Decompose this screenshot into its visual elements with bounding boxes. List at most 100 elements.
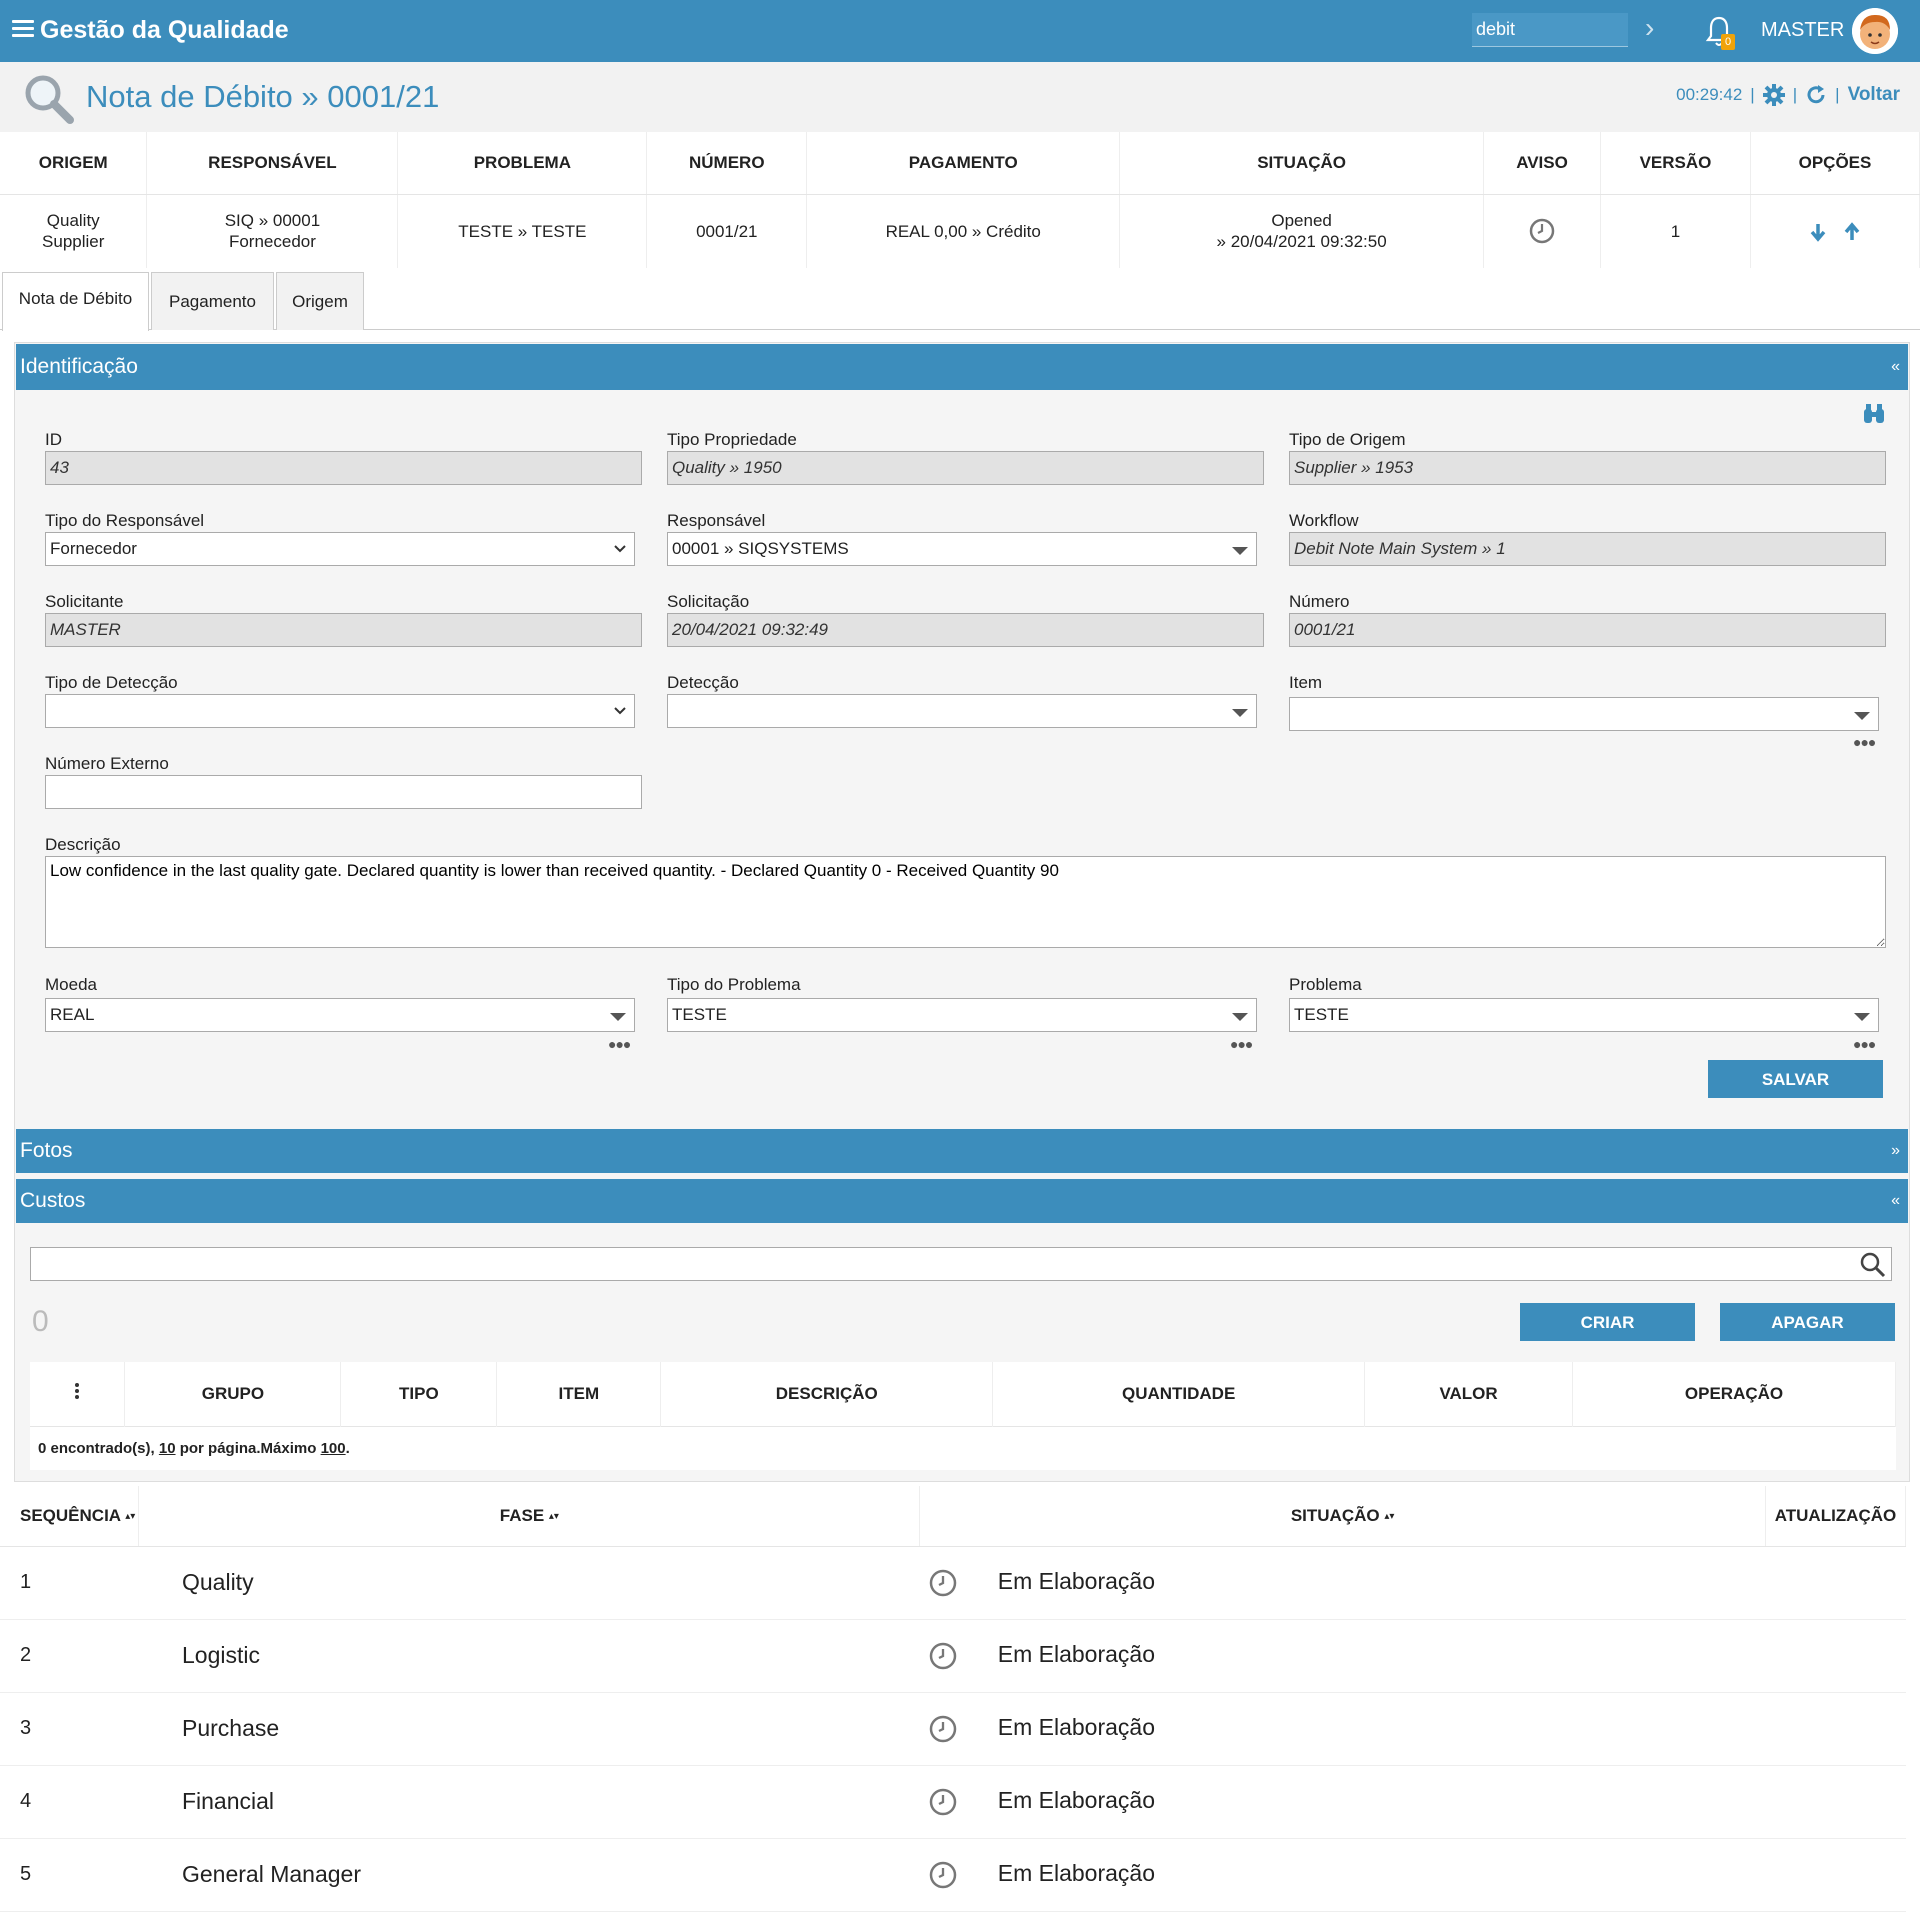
summary-table: ORIGEM RESPONSÁVEL PROBLEMA NÚMERO PAGAM… xyxy=(0,132,1920,268)
more-options-icon[interactable]: ●●● xyxy=(1853,734,1876,750)
label-tipo-origem: Tipo de Origem xyxy=(1289,430,1406,449)
arrow-down-icon[interactable] xyxy=(1807,221,1829,243)
row-seq: 4 xyxy=(0,1765,139,1839)
select-moeda[interactable]: REAL xyxy=(45,998,635,1032)
select-tipo-responsavel[interactable]: Fornecedor xyxy=(45,532,635,566)
row-atualizacao xyxy=(1765,1765,1906,1839)
back-link[interactable]: Voltar xyxy=(1848,84,1900,106)
select-tipo-problema-value: TESTE xyxy=(672,1005,727,1024)
label-responsavel: Responsável xyxy=(667,511,766,530)
col-valor: VALOR xyxy=(1364,1362,1574,1426)
magnifier-icon xyxy=(25,75,74,124)
row-situacao-text: Em Elaboração xyxy=(997,1859,1155,1886)
panel-identificacao-title: Identificação xyxy=(20,355,138,378)
col-fase[interactable]: FASE ▴▾ xyxy=(138,1486,921,1547)
user-avatar-icon[interactable] xyxy=(1852,8,1898,54)
input-numero-externo[interactable] xyxy=(45,775,642,809)
select-tipo-responsavel-value: Fornecedor xyxy=(50,539,137,558)
pagination-info: 0 encontrado(s), 10 por página.Máximo 10… xyxy=(30,1425,1896,1470)
clock-icon xyxy=(929,1861,956,1888)
refresh-icon[interactable] xyxy=(1805,84,1827,106)
col-sequencia[interactable]: SEQUÊNCIA ▴▾ xyxy=(0,1486,140,1547)
collapse-toggle[interactable]: « xyxy=(1891,1179,1900,1223)
row-situacao: Em Elaboração xyxy=(919,1692,1766,1766)
row-situacao-text: Em Elaboração xyxy=(997,1786,1155,1813)
col-situacao[interactable]: SITUAÇÃO ▴▾ xyxy=(919,1486,1766,1547)
workflow-row: 3 Purchase Em Elaboração xyxy=(0,1692,1906,1766)
arrow-up-icon[interactable] xyxy=(1841,221,1863,243)
binoculars-icon[interactable] xyxy=(1862,403,1886,425)
more-options-icon[interactable]: ●●● xyxy=(1230,1036,1253,1052)
app-title[interactable]: Gestão da Qualidade xyxy=(40,16,289,45)
col-problema: PROBLEMA xyxy=(397,132,648,195)
more-options-icon[interactable]: ●●● xyxy=(608,1036,631,1052)
vertical-dots-icon[interactable] xyxy=(74,1382,80,1400)
caret-down-icon xyxy=(1854,1013,1870,1021)
field-tipo-propriedade: Quality » 1950 xyxy=(667,451,1264,485)
select-item[interactable] xyxy=(1289,697,1879,731)
save-button[interactable]: SALVAR xyxy=(1708,1060,1883,1098)
select-tipo-problema[interactable]: TESTE xyxy=(667,998,1257,1032)
responsavel-line-1: SIQ » 00001 xyxy=(224,211,321,231)
label-moeda: Moeda xyxy=(45,975,97,994)
workflow-rows: 1 Quality Em Elaboração 2 Logistic Em El… xyxy=(0,1546,1906,1912)
tab-pagamento[interactable]: Pagamento xyxy=(151,272,274,330)
sort-icon[interactable]: ▴▾ xyxy=(1384,1511,1394,1522)
col-sequencia-label: SEQUÊNCIA xyxy=(20,1505,121,1525)
custos-count: 0 xyxy=(32,1305,49,1338)
create-button[interactable]: CRIAR xyxy=(1520,1303,1695,1341)
row-fase: Financial xyxy=(138,1765,920,1839)
cell-aviso xyxy=(1483,194,1602,268)
tab-nota-de-debito[interactable]: Nota de Débito xyxy=(2,272,149,331)
field-solicitante: MASTER xyxy=(45,613,642,647)
collapse-toggle[interactable]: « xyxy=(1891,344,1900,390)
summary-row: Quality Supplier SIQ » 00001 Fornecedor TE… xyxy=(0,194,1920,268)
cell-opcoes xyxy=(1750,194,1920,268)
costs-footer-row: 0 encontrado(s), 10 por página.Máximo 10… xyxy=(30,1425,1896,1470)
workflow-row: 4 Financial Em Elaboração xyxy=(0,1765,1906,1839)
custos-search-input[interactable] xyxy=(30,1247,1892,1281)
cell-problema: TESTE » TESTE xyxy=(397,194,648,268)
caret-down-icon xyxy=(1232,709,1248,717)
tab-origem[interactable]: Origem xyxy=(276,272,364,330)
chevron-right-icon[interactable]: › xyxy=(1645,14,1665,44)
cell-versao: 1 xyxy=(1600,194,1751,268)
caret-down-icon xyxy=(1232,547,1248,555)
username-label[interactable]: MASTER xyxy=(1761,19,1844,42)
chevron-down-icon xyxy=(614,545,626,553)
workflow-row: 5 General Manager Em Elaboração xyxy=(0,1838,1906,1912)
summary-header-row: ORIGEM RESPONSÁVEL PROBLEMA NÚMERO PAGAM… xyxy=(0,132,1920,195)
row-situacao: Em Elaboração xyxy=(919,1765,1766,1839)
col-menu[interactable] xyxy=(30,1362,126,1426)
sort-icon[interactable]: ▴▾ xyxy=(125,1511,135,1522)
more-options-icon[interactable]: ●●● xyxy=(1853,1036,1876,1052)
gear-icon[interactable] xyxy=(1762,84,1785,106)
select-deteccao[interactable] xyxy=(667,694,1257,728)
panel-identificacao-header[interactable]: Identificação « xyxy=(16,344,1908,390)
textarea-descricao[interactable]: Low confidence in the last quality gate.… xyxy=(45,856,1886,948)
delete-button[interactable]: APAGAR xyxy=(1720,1303,1895,1341)
select-problema[interactable]: TESTE xyxy=(1289,998,1879,1032)
label-id: ID xyxy=(45,430,62,449)
field-id: 43 xyxy=(45,451,642,485)
clock-icon xyxy=(929,1569,956,1596)
select-tipo-deteccao[interactable] xyxy=(45,694,635,728)
workflow-header-row: SEQUÊNCIA ▴▾ FASE ▴▾ SITUAÇÃO ▴▾ ATUALIZ… xyxy=(0,1486,1907,1547)
hamburger-menu-icon[interactable] xyxy=(12,20,34,38)
pagination-end: . xyxy=(345,1439,350,1457)
search-icon[interactable] xyxy=(1859,1251,1887,1279)
sort-icon[interactable]: ▴▾ xyxy=(549,1511,559,1522)
col-origem: ORIGEM xyxy=(0,132,148,195)
situacao-line-2: » 20/04/2021 09:32:50 xyxy=(1216,232,1387,252)
col-descricao: DESCRIÇÃO xyxy=(660,1362,994,1426)
select-responsavel[interactable]: 00001 » SIQSYSTEMS xyxy=(667,532,1257,566)
panel-fotos-header[interactable]: Fotos » xyxy=(16,1129,1908,1173)
panel-custos-header[interactable]: Custos « xyxy=(16,1179,1908,1223)
per-page-select[interactable]: 10 xyxy=(159,1440,176,1457)
expand-toggle[interactable]: » xyxy=(1891,1129,1900,1173)
caret-down-icon xyxy=(610,1013,626,1021)
max-select[interactable]: 100 xyxy=(321,1440,346,1457)
page-title: Nota de Débito » 0001/21 xyxy=(86,79,440,114)
global-search-input[interactable] xyxy=(1472,13,1628,47)
label-deteccao: Detecção xyxy=(667,673,739,692)
